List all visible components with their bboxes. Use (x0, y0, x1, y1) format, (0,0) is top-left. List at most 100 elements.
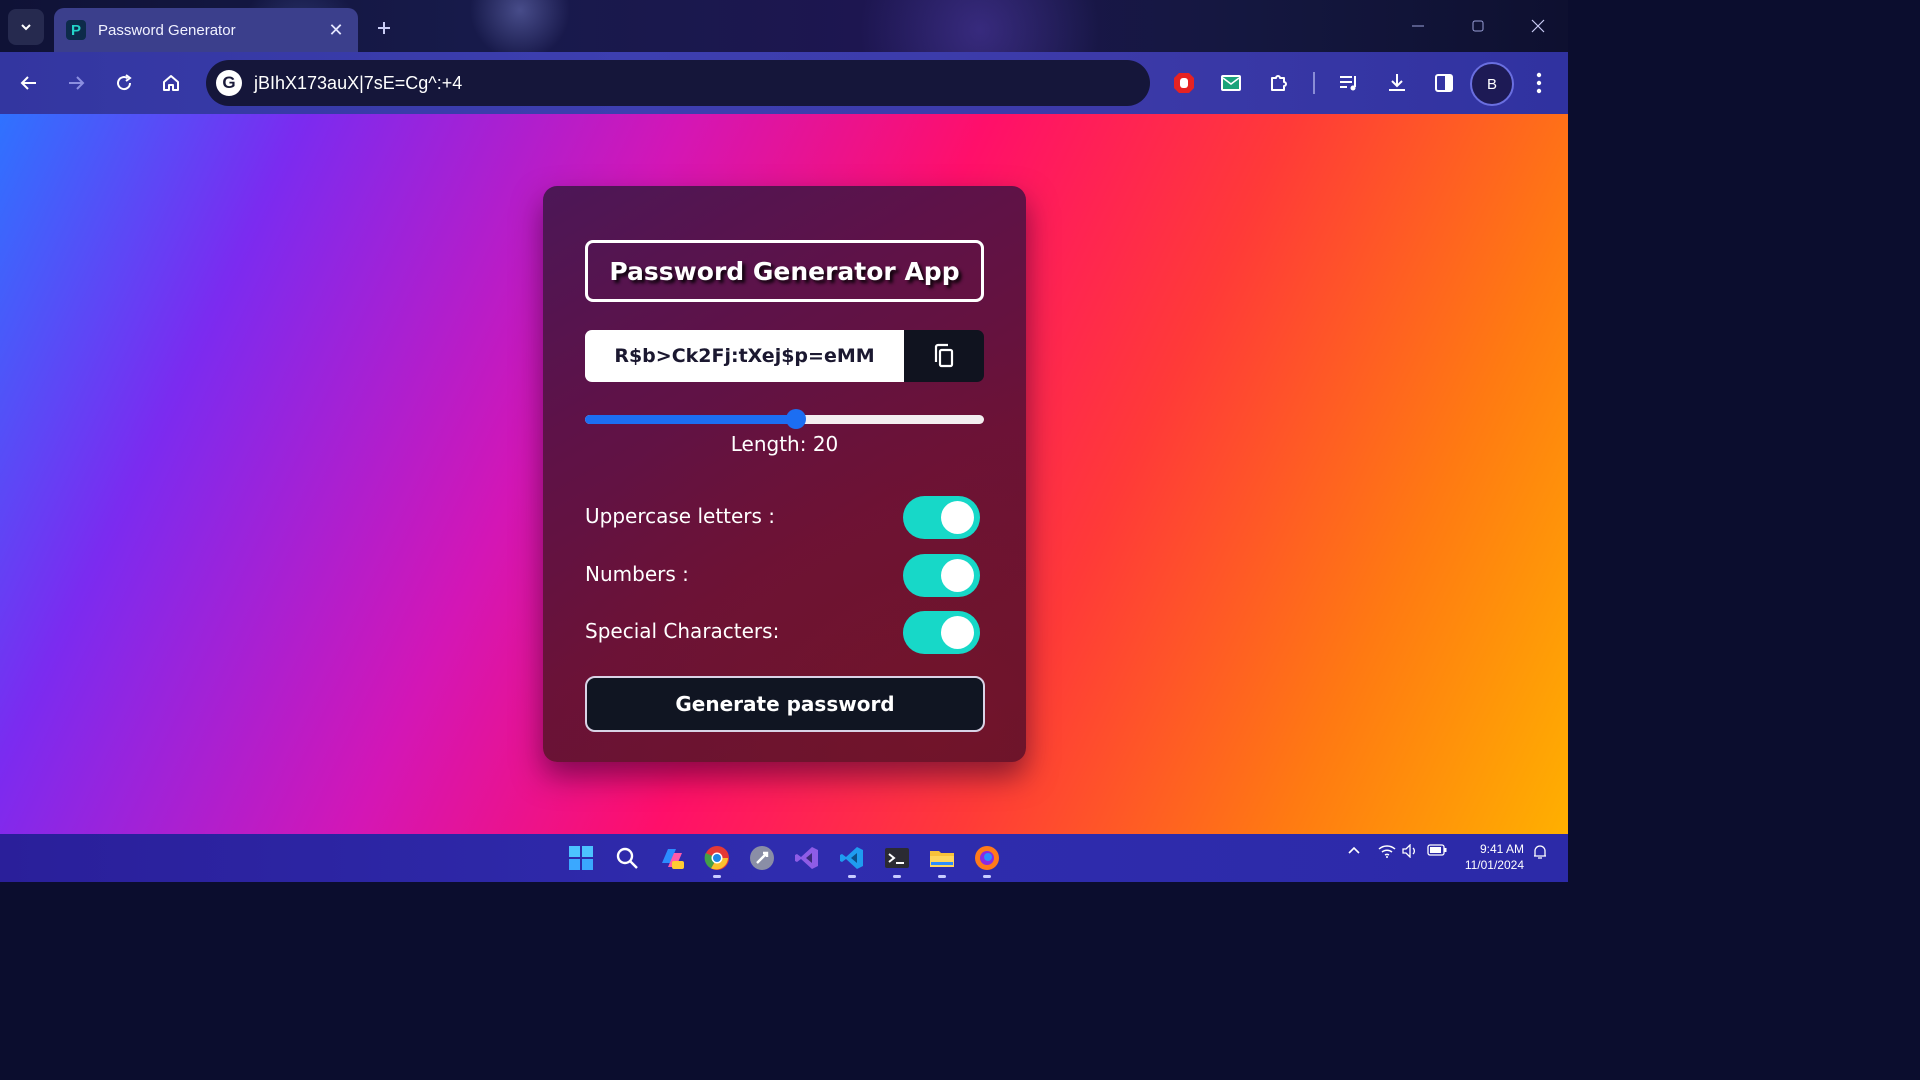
chrome-icon (704, 846, 729, 870)
tray-overflow-button[interactable] (1344, 844, 1364, 858)
option-special-characters: Special Characters: (585, 611, 984, 655)
folder-icon (930, 851, 954, 867)
reload-button[interactable] (102, 61, 146, 105)
playlist-icon (1340, 76, 1356, 91)
notifications-button[interactable] (1530, 844, 1550, 860)
slider-fill (585, 415, 796, 424)
search-icon (616, 847, 638, 869)
password-generator-card: Password Generator App Length: 20 Upperc… (543, 186, 1026, 762)
copy-icon (934, 343, 954, 368)
running-indicator (938, 875, 946, 878)
mail-extension-button[interactable] (1209, 61, 1253, 105)
address-text[interactable]: jBIhX173auX|7sE=Cg^:+4 (254, 73, 462, 94)
copilot-icon (662, 849, 684, 869)
restore-icon (1472, 20, 1484, 32)
google-icon: G (216, 70, 242, 96)
battery-status[interactable] (1425, 844, 1449, 856)
minimize-icon (1412, 25, 1424, 27)
forward-button[interactable] (54, 61, 98, 105)
toolbar-divider (1313, 72, 1315, 94)
minimize-button[interactable] (1388, 0, 1448, 52)
clock-time: 9:41 AM (1479, 842, 1524, 856)
chevron-up-icon (1348, 846, 1360, 854)
new-tab-button[interactable] (368, 12, 400, 44)
taskbar-rocket-app[interactable] (744, 840, 780, 876)
close-tab-icon[interactable]: ✕ (326, 20, 346, 41)
clock-date: 11/01/2024 (1464, 858, 1524, 872)
uppercase-toggle[interactable] (903, 496, 980, 539)
length-slider[interactable] (585, 409, 984, 429)
volume-status[interactable] (1400, 844, 1422, 858)
option-label: Numbers : (585, 562, 689, 586)
option-label: Uppercase letters : (585, 504, 776, 528)
extensions-button[interactable] (1257, 61, 1301, 105)
close-window-button[interactable] (1508, 0, 1568, 52)
terminal-icon (885, 848, 909, 868)
mail-icon (1221, 75, 1241, 91)
arrow-left-icon (20, 76, 36, 90)
slider-thumb[interactable] (786, 409, 806, 429)
tab-title: Password Generator (98, 21, 236, 39)
start-button[interactable] (563, 840, 599, 876)
vscode-icon (840, 847, 863, 869)
side-panel-button[interactable] (1422, 61, 1466, 105)
browser-tab-strip: P Password Generator ✕ (0, 0, 1568, 52)
close-icon (1531, 19, 1545, 33)
browser-menu-button[interactable] (1517, 61, 1561, 105)
numbers-toggle[interactable] (903, 554, 980, 597)
taskbar-firefox[interactable] (969, 840, 1005, 878)
page-viewport: Password Generator App Length: 20 Upperc… (0, 114, 1568, 834)
toggle-knob (941, 559, 974, 592)
windows-icon (569, 846, 593, 870)
browser-toolbar: G jBIhX173auX|7sE=Cg^:+4 B (0, 52, 1568, 114)
browser-tab[interactable]: P Password Generator ✕ (54, 8, 358, 52)
option-uppercase: Uppercase letters : (585, 496, 984, 540)
wifi-icon (1378, 845, 1396, 858)
restore-button[interactable] (1448, 0, 1508, 52)
taskbar-file-explorer[interactable] (924, 840, 960, 878)
puzzle-icon (1271, 75, 1287, 91)
address-bar[interactable]: G jBIhX173auX|7sE=Cg^:+4 (206, 60, 1150, 106)
taskbar: 9:41 AM 11/01/2024 (0, 834, 1568, 882)
taskbar-search-button[interactable] (609, 840, 645, 876)
option-label: Special Characters: (585, 619, 780, 643)
chevron-down-icon (21, 24, 31, 31)
download-icon (1389, 74, 1405, 91)
app-title: Password Generator App (585, 240, 984, 302)
media-controls-button[interactable] (1327, 61, 1371, 105)
stop-hand-icon (1174, 73, 1194, 93)
firefox-icon (975, 846, 999, 870)
reload-icon (117, 74, 132, 91)
taskbar-vscode[interactable] (834, 840, 870, 878)
taskbar-visual-studio[interactable] (789, 840, 825, 876)
profile-avatar[interactable]: B (1470, 62, 1514, 106)
toggle-knob (941, 616, 974, 649)
password-output-group (585, 330, 984, 382)
taskbar-terminal[interactable] (879, 840, 915, 878)
generate-password-button[interactable]: Generate password (585, 676, 985, 732)
running-indicator (713, 875, 721, 878)
copy-button[interactable] (904, 330, 984, 382)
back-button[interactable] (7, 61, 51, 105)
side-panel-icon (1435, 74, 1453, 92)
running-indicator (893, 875, 901, 878)
special-characters-toggle[interactable] (903, 611, 980, 654)
battery-icon (1427, 844, 1447, 856)
toggle-knob (941, 501, 974, 534)
taskbar-copilot[interactable] (654, 840, 690, 876)
visual-studio-icon (795, 847, 818, 869)
more-vertical-icon (1536, 72, 1542, 94)
downloads-button[interactable] (1375, 61, 1419, 105)
plus-icon (378, 22, 390, 34)
running-indicator (848, 875, 856, 878)
adblock-extension-button[interactable] (1162, 61, 1206, 105)
tab-search-button[interactable] (8, 9, 44, 45)
wifi-status[interactable] (1376, 844, 1398, 858)
arrow-right-icon (69, 76, 85, 90)
taskbar-clock[interactable]: 9:41 AM 11/01/2024 (1452, 841, 1524, 873)
taskbar-chrome[interactable] (699, 840, 735, 878)
password-output[interactable] (585, 330, 904, 382)
running-indicator (983, 875, 991, 878)
home-button[interactable] (149, 61, 193, 105)
home-icon (163, 75, 179, 91)
